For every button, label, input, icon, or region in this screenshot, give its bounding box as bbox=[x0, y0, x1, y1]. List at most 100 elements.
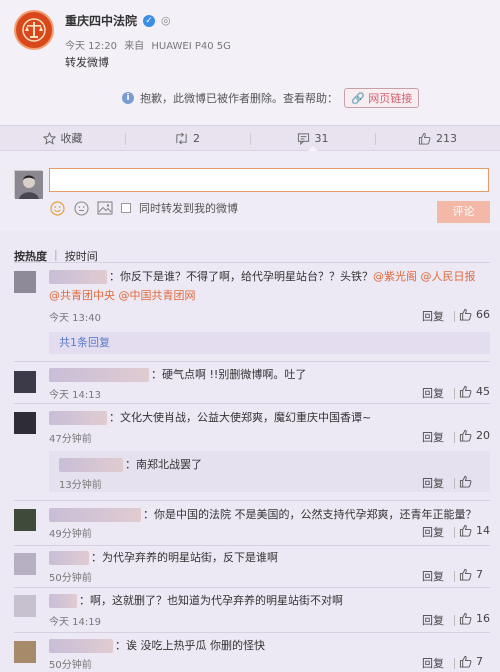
comment-text: ：诶 没吃上热乎瓜 你删的怪快 bbox=[49, 637, 265, 654]
reply-button[interactable]: 回复 bbox=[422, 429, 455, 445]
comment-like-button[interactable]: 45 bbox=[459, 385, 490, 398]
thumbs-up-icon bbox=[459, 524, 472, 537]
comment-like-button[interactable]: 20 bbox=[459, 429, 490, 442]
avatar[interactable] bbox=[14, 641, 36, 663]
comment-like-count: 7 bbox=[476, 568, 483, 581]
thumbs-up-icon bbox=[459, 568, 472, 581]
author-name[interactable]: 重庆四中法院 bbox=[65, 12, 137, 29]
commenter-name[interactable] bbox=[49, 551, 89, 565]
comment-compose: 同时转发到我的微博 评论 bbox=[0, 151, 500, 231]
avatar[interactable] bbox=[14, 509, 36, 531]
avatar[interactable] bbox=[14, 595, 36, 617]
commenter-name[interactable] bbox=[59, 458, 123, 472]
more-replies-link[interactable]: 共1条回复 bbox=[49, 332, 490, 354]
comment-mentions[interactable]: @共青团中央 @中国共青团网 bbox=[49, 289, 196, 302]
comment-like-count: 45 bbox=[476, 385, 490, 398]
reply-button[interactable]: 回复 bbox=[422, 655, 455, 671]
comment-body: ：啊，这就删了？也知道为代孕弃养的明星站街不对啊 bbox=[79, 594, 343, 607]
comment-time: 50分钟前 bbox=[49, 573, 92, 584]
verified-badge-icon: ✓ bbox=[143, 14, 156, 27]
web-link-label: 网页链接 bbox=[368, 92, 413, 105]
divider bbox=[14, 403, 490, 404]
comment-time: 今天 13:40 bbox=[49, 313, 101, 324]
comment-like-button[interactable]: 14 bbox=[459, 524, 490, 537]
reply-button[interactable]: 回复 bbox=[422, 524, 455, 540]
comment-body: ：硬气点啊 !!别删微博啊。吐了 bbox=[151, 368, 307, 381]
comment-time: 今天 14:19 bbox=[49, 617, 101, 628]
reply-button[interactable]: 回复 bbox=[422, 308, 455, 324]
commenter-name[interactable] bbox=[49, 368, 149, 382]
compose-tools: 同时转发到我的微博 bbox=[49, 200, 238, 216]
comment-body: ：你是中国的法院 不是美国的，公然支持代孕郑爽，还青年正能量？ bbox=[143, 508, 477, 521]
avatar[interactable] bbox=[14, 371, 36, 393]
comment-text: ：文化大使肖战，公益大使郑爽，魔幻重庆中国香谭~ bbox=[49, 409, 371, 426]
reply-button[interactable]: 回复 bbox=[422, 385, 455, 401]
comment-like-button[interactable]: 7 bbox=[459, 568, 483, 581]
action-bar: 收藏 2 31 213 bbox=[0, 125, 500, 151]
comment-body: ：诶 没吃上热乎瓜 你删的怪快 bbox=[115, 639, 265, 652]
web-link[interactable]: 🔗 网页链接 bbox=[344, 88, 420, 108]
comment-input[interactable] bbox=[49, 168, 489, 192]
commenter-name[interactable] bbox=[49, 639, 113, 653]
like-button[interactable]: 213 bbox=[375, 126, 500, 150]
sub-reply-button[interactable]: 回复 bbox=[422, 475, 455, 491]
comment-text: ：硬气点啊 !!别删微博啊。吐了 bbox=[49, 366, 306, 383]
link-icon: 🔗 bbox=[351, 92, 365, 105]
emoji-icon[interactable] bbox=[49, 200, 65, 216]
commenter-name[interactable] bbox=[49, 508, 141, 522]
court-emblem-icon[interactable] bbox=[14, 10, 54, 50]
comment-like-button[interactable]: 7 bbox=[459, 655, 483, 668]
comment-like-count: 20 bbox=[476, 429, 490, 442]
avatar[interactable] bbox=[14, 271, 36, 293]
image-icon[interactable] bbox=[97, 200, 113, 216]
commenter-name[interactable] bbox=[49, 594, 77, 608]
reply-label: 回复 bbox=[422, 570, 444, 583]
info-icon: i bbox=[122, 92, 134, 104]
reply-button[interactable]: 回复 bbox=[422, 568, 455, 584]
repost-checkbox[interactable] bbox=[121, 203, 131, 213]
reply-label: 回复 bbox=[422, 310, 444, 323]
repost-text: 转发微博 bbox=[65, 56, 109, 69]
reply-label: 回复 bbox=[422, 526, 444, 539]
reply-label: 回复 bbox=[422, 387, 444, 400]
comment-icon bbox=[297, 132, 309, 145]
comment-time: 50分钟前 bbox=[49, 660, 92, 671]
favorite-button[interactable]: 收藏 bbox=[0, 126, 125, 150]
comment-text: ：你是中国的法院 不是美国的，公然支持代孕郑爽，还青年正能量？ bbox=[49, 506, 477, 523]
divider bbox=[14, 545, 490, 546]
comment-button[interactable]: 31 bbox=[250, 126, 375, 151]
comment-body: ：你反下是谁？不得了啊，给代孕明星站台？？头铁？ bbox=[109, 270, 373, 283]
commenter-name[interactable] bbox=[49, 270, 107, 284]
thumbs-up-icon bbox=[418, 132, 431, 145]
post-device: HUAWEI P40 5G bbox=[151, 41, 231, 52]
comment-text: ：你反下是谁？不得了啊，给代孕明星站台？？头铁？@紫光阁 @人民日报 bbox=[49, 268, 476, 285]
repost-count: 2 bbox=[193, 131, 200, 145]
repost-button[interactable]: 2 bbox=[125, 126, 250, 150]
divider bbox=[14, 262, 490, 263]
sub-reply-text: ：南郑北战罢了 bbox=[59, 456, 202, 473]
comment-body: ：为代孕弃养的明星站街，反下是谁啊 bbox=[91, 551, 278, 564]
comment-like-button[interactable]: 16 bbox=[459, 612, 490, 625]
avatar[interactable] bbox=[14, 170, 43, 199]
comment-mentions[interactable]: @紫光阁 @人民日报 bbox=[373, 270, 476, 283]
post-meta: 今天 12:20 来自 HUAWEI P40 5G bbox=[65, 37, 235, 52]
avatar[interactable] bbox=[14, 553, 36, 575]
sticker-icon[interactable] bbox=[73, 200, 89, 216]
commenter-name[interactable] bbox=[49, 411, 107, 425]
sub-reply: ：南郑北战罢了 13分钟前 回复 bbox=[49, 451, 490, 492]
reply-label: 回复 bbox=[422, 657, 444, 670]
thumbs-up-icon bbox=[459, 385, 472, 398]
reply-button[interactable]: 回复 bbox=[422, 612, 455, 628]
reply-label: 回复 bbox=[422, 614, 444, 627]
comment-like-button[interactable]: 66 bbox=[459, 308, 490, 321]
reply-label: 回复 bbox=[422, 431, 444, 444]
comment-text: ：啊，这就删了？也知道为代孕弃养的明星站街不对啊 bbox=[49, 592, 343, 609]
sub-reply-body: ：南郑北战罢了 bbox=[125, 458, 202, 471]
sub-reply-like-button[interactable] bbox=[459, 475, 472, 488]
avatar[interactable] bbox=[14, 412, 36, 434]
post-time[interactable]: 今天 12:20 bbox=[65, 41, 117, 52]
thumbs-up-icon bbox=[459, 475, 472, 488]
submit-comment-button[interactable]: 评论 bbox=[437, 201, 490, 223]
thumbs-up-icon bbox=[459, 429, 472, 442]
comment-time: 47分钟前 bbox=[49, 434, 92, 445]
